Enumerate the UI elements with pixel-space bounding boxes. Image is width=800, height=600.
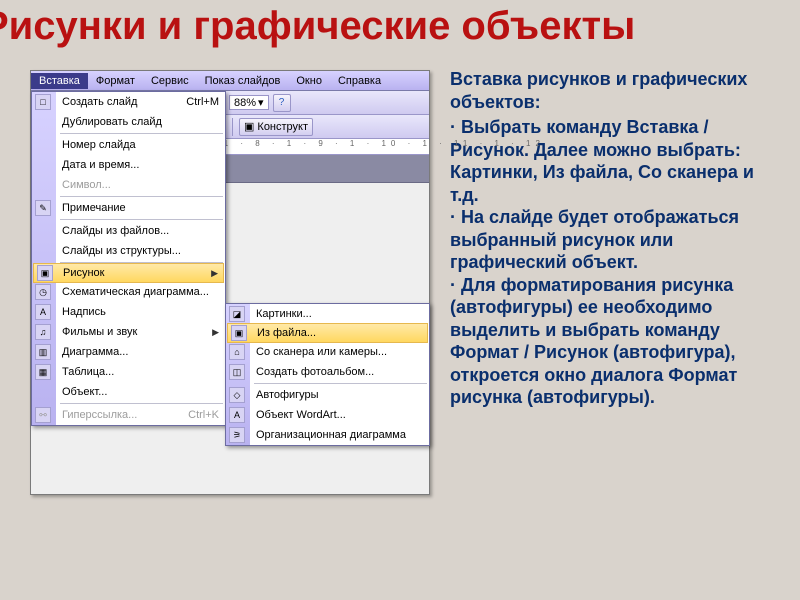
hyperlink-icon: ⚯ [35,407,51,423]
page-title: Рисунки и графические объекты [0,4,800,49]
menu-item-picture[interactable]: ▣ Рисунок ▶ [33,263,224,283]
menu-item-diagram[interactable]: ◷ Схематическая диаграмма... [32,282,225,302]
submenu-item-clipart[interactable]: ◪ Картинки... [226,304,429,324]
picture-submenu: ◪ Картинки... ▣ Из файла... ⌂ Со сканера… [225,303,430,446]
separator [254,383,427,384]
menu-vstavka[interactable]: Вставка [31,73,88,89]
shortcut: Ctrl+M [186,96,219,108]
text-heading: Вставка рисунков и графических объектов: [450,68,780,113]
chart-icon: ▥ [35,344,51,360]
submenu-item-scanner[interactable]: ⌂ Со сканера или камеры... [226,342,429,362]
separator [60,196,223,197]
menu-item-movies-sound[interactable]: ♫ Фильмы и звук ▶ [32,322,225,342]
autoshapes-icon: ◇ [229,387,245,403]
menu-format[interactable]: Формат [88,73,143,89]
menu-item-object[interactable]: Объект... [32,382,225,402]
menu-item-date-time[interactable]: Дата и время... [32,155,225,175]
text-bullet-3: · Для форматирования рисунка (автофигуры… [450,274,780,409]
menu-spravka[interactable]: Справка [330,73,389,89]
submenu-item-from-file[interactable]: ▣ Из файла... [227,323,428,343]
separator [60,403,223,404]
submenu-item-wordart[interactable]: A Объект WordArt... [226,405,429,425]
separator [60,133,223,134]
table-icon: ▦ [35,364,51,380]
submenu-item-org-chart[interactable]: ⚞ Организационная диаграмма [226,425,429,445]
text-bullet-1: · Выбрать команду Вставка / Рисунок. Дал… [450,116,780,206]
separator [60,219,223,220]
from-file-icon: ▣ [231,325,247,341]
menu-item-textbox[interactable]: A Надпись [32,302,225,322]
explanation-text: Вставка рисунков и графических объектов:… [450,68,780,409]
submenu-arrow-icon: ▶ [211,268,218,279]
designer-button[interactable]: ▣ Конструкт [239,118,313,136]
textbox-icon: A [35,304,51,320]
menu-item-slide-number[interactable]: Номер слайда [32,135,225,155]
clipart-icon: ◪ [229,306,245,322]
photoalbum-icon: ◫ [229,364,245,380]
org-chart-icon: ⚞ [229,427,245,443]
comment-icon: ✎ [35,200,51,216]
menu-item-table[interactable]: ▦ Таблица... [32,362,225,382]
menu-servis[interactable]: Сервис [143,73,197,89]
new-slide-icon: □ [35,94,51,110]
submenu-item-photoalbum[interactable]: ◫ Создать фотоальбом... [226,362,429,382]
submenu-item-autoshapes[interactable]: ◇ Автофигуры [226,385,429,405]
diagram-icon: ◷ [35,284,51,300]
menu-item-slides-from-files[interactable]: Слайды из файлов... [32,221,225,241]
menu-item-new-slide[interactable]: □ Создать слайд Ctrl+M [32,92,225,112]
wordart-icon: A [229,407,245,423]
scanner-icon: ⌂ [229,344,245,360]
menu-item-comment[interactable]: ✎ Примечание [32,198,225,218]
menubar: Вставка Формат Сервис Показ слайдов Окно… [31,71,429,91]
menu-item-symbol: Символ... [32,175,225,195]
separator [232,118,233,136]
menu-item-chart[interactable]: ▥ Диаграмма... [32,342,225,362]
menu-item-slides-from-outline[interactable]: Слайды из структуры... [32,241,225,261]
menu-item-duplicate-slide[interactable]: Дублировать слайд [32,112,225,132]
picture-icon: ▣ [37,265,53,281]
designer-icon: ▣ [244,120,254,133]
menu-okno[interactable]: Окно [288,73,330,89]
sound-icon: ♫ [35,324,51,340]
menu-pokaz[interactable]: Показ слайдов [197,73,289,89]
text-bullet-2: · На слайде будет отображаться выбранный… [450,206,780,274]
help-icon[interactable]: ? [273,94,291,112]
menu-item-hyperlink: ⚯ Гиперссылка... Ctrl+K [32,405,225,425]
insert-menu-dropdown: □ Создать слайд Ctrl+M Дублировать слайд… [31,91,226,426]
submenu-arrow-icon: ▶ [212,327,219,338]
zoom-box[interactable]: 88%▾ [229,95,269,110]
shortcut: Ctrl+K [188,409,219,421]
app-screenshot: Вставка Формат Сервис Показ слайдов Окно… [30,70,430,495]
